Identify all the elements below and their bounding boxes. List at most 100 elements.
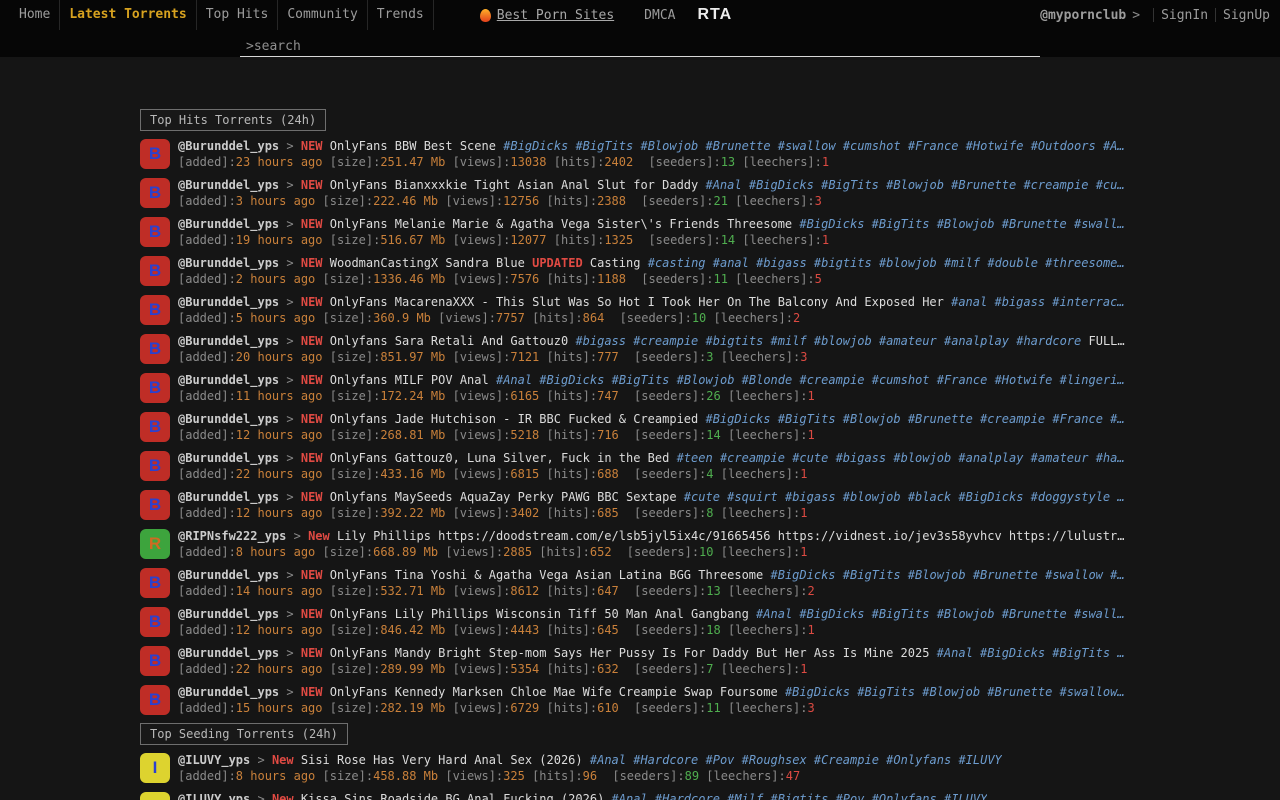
promo-link[interactable]: Best Porn Sites [480, 8, 614, 23]
torrent-tag[interactable]: #analplay [944, 334, 1009, 348]
torrent-tag[interactable]: #Anal [590, 753, 626, 767]
torrent-tag[interactable]: #blowjob [814, 334, 872, 348]
torrent-tag[interactable]: #BigTits [843, 568, 901, 582]
new-badge[interactable]: NEW [301, 139, 323, 153]
torrent-tag[interactable]: #Blowjob [922, 685, 980, 699]
torrent-tag[interactable]: #black [908, 490, 951, 504]
torrent-tag[interactable]: #Creampie [814, 753, 879, 767]
torrent-title[interactable]: Lily Phillips https://doodstream.com/e/l… [337, 529, 1124, 543]
torrent-tag[interactable]: #A… [1103, 139, 1125, 153]
user-avatar[interactable]: B [140, 607, 170, 637]
torrent-tag[interactable]: #creampie [1023, 178, 1088, 192]
torrent-tag[interactable]: #Blowjob [640, 139, 698, 153]
torrent-tag[interactable]: #double [987, 256, 1038, 270]
torrent-tag[interactable]: #France [937, 373, 988, 387]
torrent-title[interactable]: FULL… [1089, 334, 1125, 348]
torrent-tag[interactable]: #BigTits [612, 373, 670, 387]
torrent-tag[interactable]: #Anal [756, 607, 792, 621]
torrent-tag[interactable]: #BigDicks [705, 412, 770, 426]
torrent-tag[interactable]: #cumshot [843, 139, 901, 153]
torrent-tag[interactable]: #BigDicks [539, 373, 604, 387]
torrent-tag[interactable]: #swall… [1074, 217, 1125, 231]
nav-item-top-hits[interactable]: Top Hits [197, 0, 279, 30]
torrent-tag[interactable]: … [1117, 646, 1124, 660]
user-avatar[interactable]: B [140, 139, 170, 169]
torrent-tag[interactable]: #Brunette [1002, 217, 1067, 231]
torrent-title[interactable]: Casting [590, 256, 641, 270]
torrent-title[interactable]: Sisi Rose Has Very Hard Anal Sex (2026) [301, 753, 583, 767]
torrent-tag[interactable]: #BigTits [1052, 646, 1110, 660]
torrent-tag[interactable]: #lingeri… [1060, 373, 1125, 387]
new-badge[interactable]: NEW [301, 646, 323, 660]
torrent-tag[interactable]: #Pov [836, 792, 865, 800]
torrent-tag[interactable]: #Anal [937, 646, 973, 660]
new-badge[interactable]: NEW [301, 685, 323, 699]
user-avatar[interactable]: B [140, 217, 170, 247]
user-avatar[interactable]: B [140, 451, 170, 481]
torrent-tag[interactable]: #Anal [496, 373, 532, 387]
torrent-tag[interactable]: #Blowjob [908, 568, 966, 582]
new-badge[interactable]: NEW [301, 490, 323, 504]
torrent-tag[interactable]: #BigDicks [799, 217, 864, 231]
torrent-tag[interactable]: #bigass [756, 256, 807, 270]
torrent-tag[interactable]: #BigTits [857, 685, 915, 699]
torrent-title[interactable]: OnlyFans Melanie Marie & Agatha Vega Sis… [330, 217, 792, 231]
torrent-user-link[interactable]: @Burunddel_yps [178, 646, 279, 660]
torrent-user-link[interactable]: @Burunddel_yps [178, 256, 279, 270]
torrent-tag[interactable]: #ILUVY [958, 753, 1001, 767]
torrent-user-link[interactable]: @Burunddel_yps [178, 685, 279, 699]
user-avatar[interactable]: B [140, 373, 170, 403]
torrent-tag[interactable]: #Onlyfans [872, 792, 937, 800]
user-avatar[interactable]: B [140, 178, 170, 208]
torrent-tag[interactable]: #Anal [705, 178, 741, 192]
torrent-tag[interactable]: #bigtits [814, 256, 872, 270]
search-input[interactable] [240, 37, 1040, 57]
new-badge[interactable]: NEW [301, 607, 323, 621]
new-badge[interactable]: NEW [301, 373, 323, 387]
new-badge[interactable]: New [272, 753, 294, 767]
user-avatar[interactable]: B [140, 412, 170, 442]
torrent-tag[interactable]: #swallow… [1060, 685, 1125, 699]
torrent-tag[interactable]: #creampie [980, 412, 1045, 426]
torrent-tag[interactable]: #BigTits [872, 607, 930, 621]
torrent-tag[interactable]: #Brunette [973, 568, 1038, 582]
torrent-user-link[interactable]: @Burunddel_yps [178, 139, 279, 153]
torrent-title[interactable]: OnlyFans Tina Yoshi & Agatha Vega Asian … [330, 568, 763, 582]
torrent-user-link[interactable]: @Burunddel_yps [178, 412, 279, 426]
torrent-tag[interactable]: #Milf [727, 792, 763, 800]
user-avatar[interactable]: I [140, 753, 170, 783]
new-badge[interactable]: NEW [301, 256, 323, 270]
torrent-user-link[interactable]: @Burunddel_yps [178, 373, 279, 387]
torrent-title[interactable]: Onlyfans MaySeeds AquaZay Perky PAWG BBC… [330, 490, 677, 504]
torrent-tag[interactable]: #BigDicks [980, 646, 1045, 660]
torrent-tag[interactable]: #Hotwife [995, 373, 1053, 387]
torrent-title[interactable]: OnlyFans Lily Phillips Wisconsin Tiff 50… [330, 607, 749, 621]
new-badge[interactable]: New [272, 792, 294, 800]
torrent-title[interactable]: WoodmanCastingX Sandra Blue [330, 256, 525, 270]
user-avatar[interactable]: B [140, 334, 170, 364]
nav-item-trends[interactable]: Trends [368, 0, 434, 30]
torrent-tag[interactable]: #blowjob [893, 451, 951, 465]
torrent-tag[interactable]: #Blowjob [886, 178, 944, 192]
torrent-tag[interactable]: #BigDicks [771, 568, 836, 582]
torrent-title[interactable]: OnlyFans Mandy Bright Step-mom Says Her … [330, 646, 930, 660]
torrent-tag[interactable]: #… [1110, 568, 1124, 582]
new-badge[interactable]: UPDATED [532, 256, 583, 270]
torrent-tag[interactable]: #milf [771, 334, 807, 348]
user-avatar[interactable]: B [140, 295, 170, 325]
torrent-tag[interactable]: #Blowjob [677, 373, 735, 387]
torrent-tag[interactable]: #BigTits [872, 217, 930, 231]
torrent-tag[interactable]: #blowjob [843, 490, 901, 504]
torrent-tag[interactable]: #Outdoors [1031, 139, 1096, 153]
user-avatar[interactable]: B [140, 256, 170, 286]
torrent-tag[interactable]: #Blonde [742, 373, 793, 387]
torrent-tag[interactable]: #Brunette [987, 685, 1052, 699]
user-avatar[interactable]: R [140, 529, 170, 559]
nav-item-community[interactable]: Community [278, 0, 367, 30]
torrent-title[interactable]: OnlyFans BBW Best Scene [330, 139, 496, 153]
new-badge[interactable]: NEW [301, 568, 323, 582]
user-avatar[interactable]: B [140, 568, 170, 598]
new-badge[interactable]: NEW [301, 217, 323, 231]
torrent-tag[interactable]: #casting [648, 256, 706, 270]
torrent-title[interactable]: OnlyFans MacarenaXXX - This Slut Was So … [330, 295, 944, 309]
